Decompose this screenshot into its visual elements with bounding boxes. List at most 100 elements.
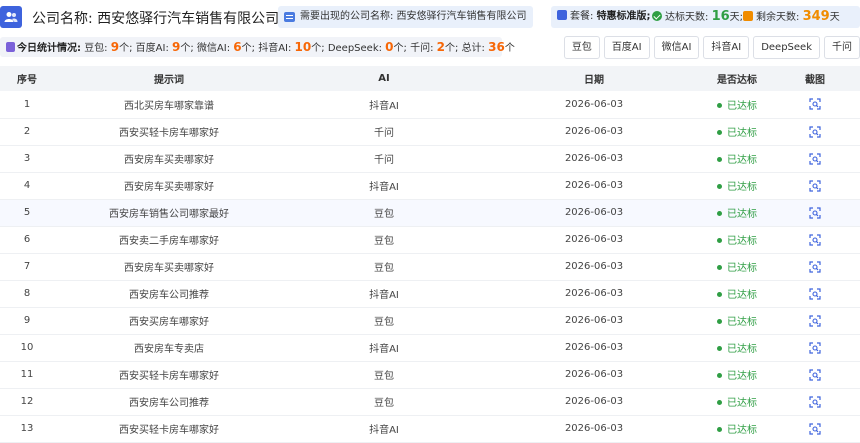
today-stat-item: 总计: 36个	[461, 40, 515, 54]
remain-days-unit: 天	[829, 12, 840, 23]
company-icon	[0, 6, 22, 28]
package-icon	[557, 10, 567, 20]
cell-prompt: 西安房车买卖哪家好	[54, 172, 284, 200]
cell-screenshot	[770, 334, 860, 362]
cell-ai: 抖音AI	[284, 334, 484, 362]
status-dot-icon	[717, 346, 722, 351]
view-screenshot-button[interactable]	[809, 179, 821, 192]
stats-icon	[6, 42, 15, 52]
view-screenshot-button[interactable]	[809, 314, 821, 327]
status-dot-icon	[717, 211, 722, 216]
today-stat-item: 抖音AI: 10个;	[258, 40, 328, 54]
cell-index: 13	[0, 415, 54, 443]
required-company-box: 需要出现的公司名称: 西安悠驿行汽车销售有限公司	[278, 6, 533, 28]
status-dot-icon	[717, 373, 722, 378]
cell-ai: 抖音AI	[284, 280, 484, 308]
screenshot-icon	[809, 98, 821, 110]
column-header-screenshot: 截图	[770, 66, 860, 91]
status-badge: 已达标	[717, 317, 757, 328]
cell-index: 10	[0, 334, 54, 362]
today-stats-label: 今日统计情况:	[17, 43, 81, 54]
screenshot-icon	[809, 314, 821, 327]
cell-status: 已达标	[704, 253, 770, 281]
cell-prompt: 西安买房车哪家好	[54, 307, 284, 335]
today-stat-item: 微信AI: 6个;	[196, 40, 259, 54]
filter-baidu-ai-button[interactable]: 百度AI	[603, 36, 650, 59]
screenshot-icon	[809, 179, 821, 192]
cell-date: 2026-06-03	[484, 145, 704, 173]
cell-status: 已达标	[704, 361, 770, 389]
filter-qianwen-button[interactable]: 千问	[824, 36, 860, 59]
screenshot-icon	[809, 125, 821, 138]
cell-prompt: 西安卖二手房车哪家好	[54, 226, 284, 254]
reach-days-value: 16	[711, 9, 730, 24]
cell-date: 2026-06-03	[484, 388, 704, 416]
cell-index: 9	[0, 307, 54, 335]
status-dot-icon	[717, 130, 722, 135]
view-screenshot-button[interactable]	[809, 152, 821, 165]
view-screenshot-button[interactable]	[809, 206, 821, 219]
cell-prompt: 西安房车专卖店	[54, 334, 284, 362]
cell-status: 已达标	[704, 280, 770, 308]
package-value: 特惠标准版;	[596, 11, 651, 22]
cell-status: 已达标	[704, 172, 770, 200]
table-row: 7 西安房车买卖哪家好 豆包 2026-06-03 已达标	[0, 253, 860, 281]
today-stat-item: 百度AI: 9个;	[135, 40, 197, 54]
table-row: 6 西安卖二手房车哪家好 豆包 2026-06-03 已达标	[0, 226, 860, 254]
table-row: 5 西安房车销售公司哪家最好 豆包 2026-06-03 已达标	[0, 199, 860, 227]
today-stat-item: 豆包: 9个;	[84, 40, 136, 54]
cell-index: 3	[0, 145, 54, 173]
cell-screenshot	[770, 199, 860, 227]
cell-date: 2026-06-03	[484, 172, 704, 200]
table-row: 12 西安房车公司推荐 豆包 2026-06-03 已达标	[0, 388, 860, 416]
cell-index: 12	[0, 388, 54, 416]
cell-prompt: 西安房车公司推荐	[54, 388, 284, 416]
filter-wechat-ai-button[interactable]: 微信AI	[653, 36, 700, 59]
cell-screenshot	[770, 280, 860, 308]
view-screenshot-button[interactable]	[809, 341, 821, 354]
status-dot-icon	[717, 184, 722, 189]
status-dot-icon	[717, 400, 722, 405]
view-screenshot-button[interactable]	[809, 395, 821, 408]
screenshot-icon	[809, 206, 821, 219]
required-company-label: 需要出现的公司名称: 西安悠驿行汽车销售有限公司	[300, 11, 527, 22]
cell-ai: 抖音AI	[284, 415, 484, 443]
screenshot-icon	[809, 152, 821, 165]
filter-deepseek-button[interactable]: DeepSeek	[753, 36, 820, 59]
view-screenshot-button[interactable]	[809, 260, 821, 273]
users-icon	[4, 12, 18, 22]
cell-status: 已达标	[704, 199, 770, 227]
screenshot-icon	[809, 341, 821, 354]
cell-ai: 豆包	[284, 226, 484, 254]
cell-ai: 豆包	[284, 253, 484, 281]
screenshot-icon	[809, 368, 821, 381]
screenshot-icon	[809, 395, 821, 408]
filter-douyin-ai-button[interactable]: 抖音AI	[703, 36, 750, 59]
status-badge: 已达标	[717, 128, 757, 139]
view-screenshot-button[interactable]	[809, 368, 821, 381]
cell-index: 1	[0, 91, 54, 119]
cell-status: 已达标	[704, 118, 770, 146]
status-badge: 已达标	[717, 155, 757, 166]
remain-days-value: 349	[802, 9, 830, 24]
table-row: 8 西安房车公司推荐 抖音AI 2026-06-03 已达标	[0, 280, 860, 308]
view-screenshot-button[interactable]	[809, 125, 821, 138]
table-row: 11 西安买轻卡房车哪家好 豆包 2026-06-03 已达标	[0, 361, 860, 389]
view-screenshot-button[interactable]	[809, 98, 821, 110]
company-name: 公司名称: 西安悠驿行汽车销售有限公司	[32, 11, 280, 27]
status-badge: 已达标	[717, 236, 757, 247]
view-screenshot-button[interactable]	[809, 233, 821, 246]
cell-screenshot	[770, 172, 860, 200]
cell-prompt: 西安买轻卡房车哪家好	[54, 361, 284, 389]
cell-prompt: 西安买轻卡房车哪家好	[54, 415, 284, 443]
column-header-prompt: 提示词	[54, 66, 284, 91]
filter-doubao-button[interactable]: 豆包	[563, 36, 600, 59]
cell-prompt: 西安房车销售公司哪家最好	[54, 199, 284, 227]
cell-index: 11	[0, 361, 54, 389]
cell-date: 2026-06-03	[484, 91, 704, 119]
cell-prompt: 西北买房车哪家靠谱	[54, 91, 284, 119]
cell-prompt: 西安房车买卖哪家好	[54, 145, 284, 173]
view-screenshot-button[interactable]	[809, 287, 821, 300]
table-row: 4 西安房车买卖哪家好 抖音AI 2026-06-03 已达标	[0, 172, 860, 200]
cell-ai: 抖音AI	[284, 91, 484, 119]
